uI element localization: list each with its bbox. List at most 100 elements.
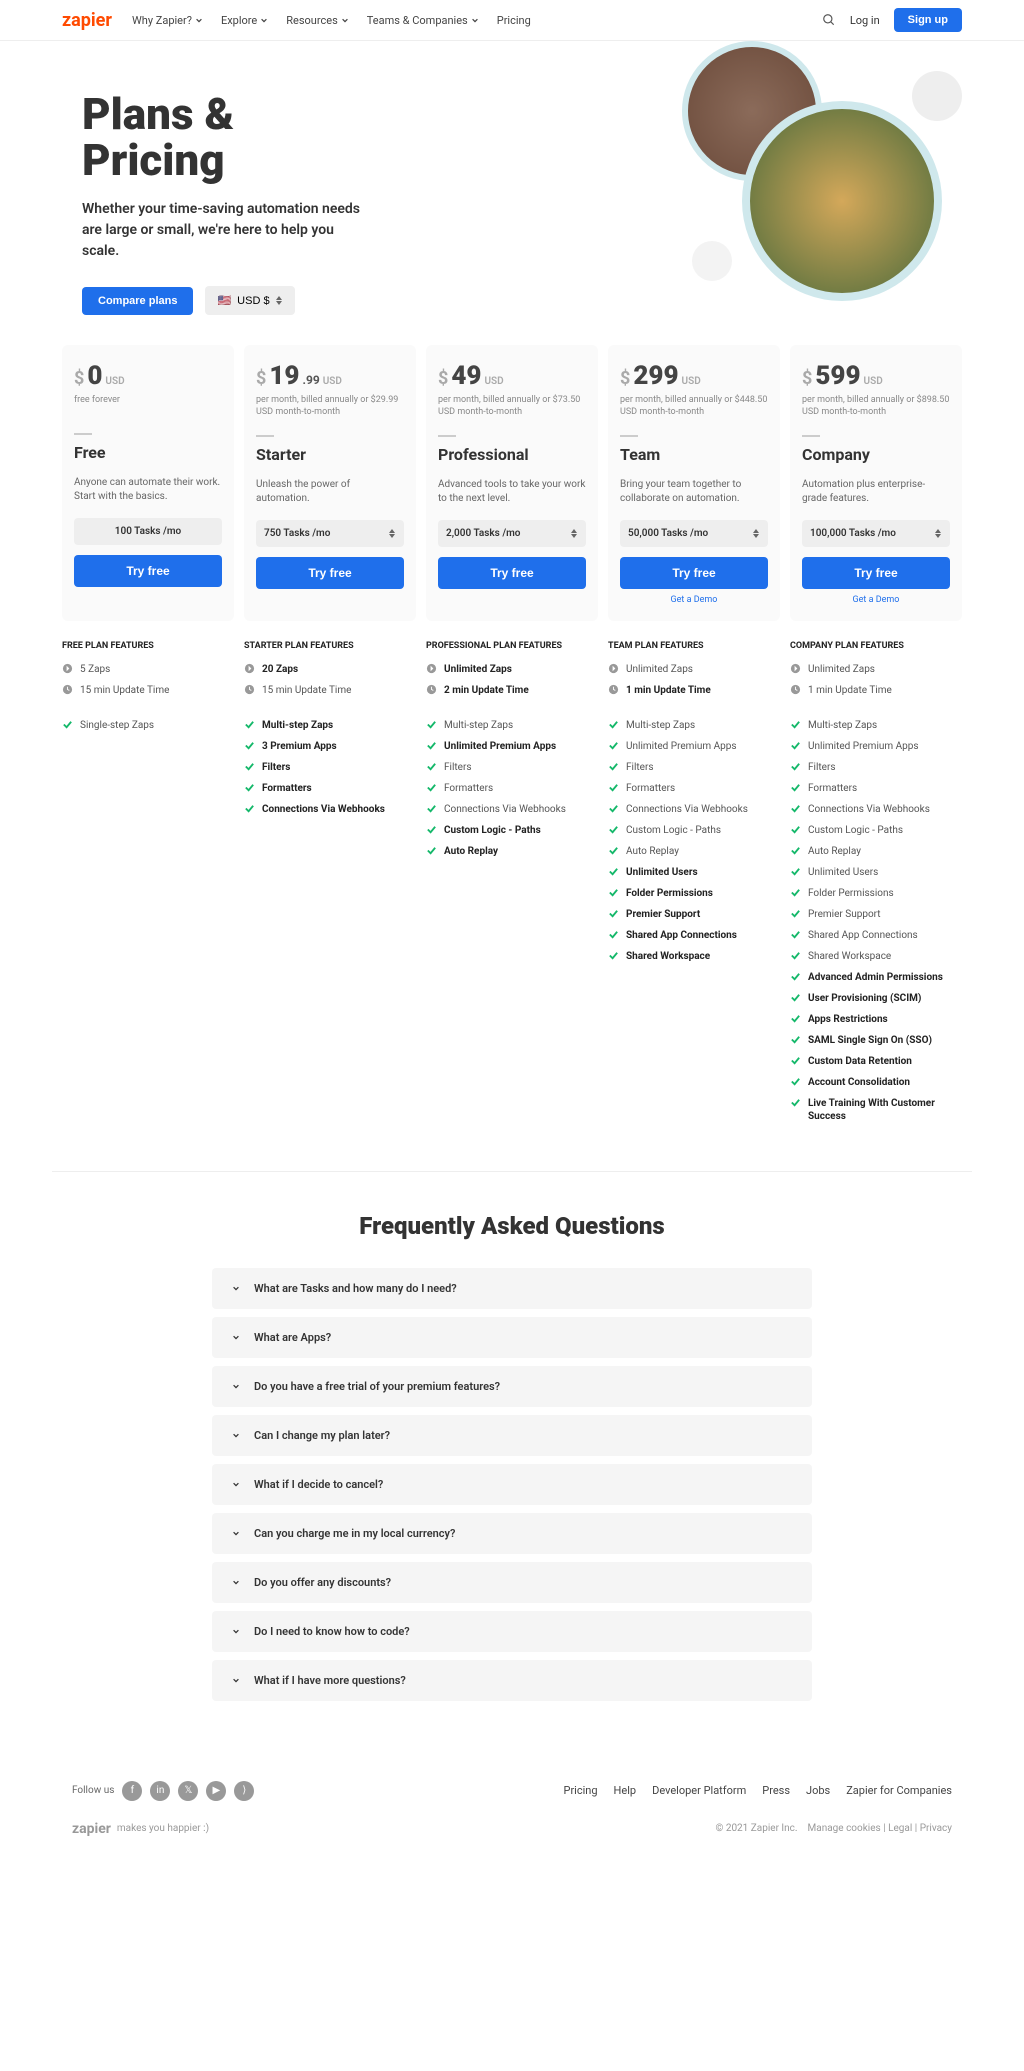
top-nav: zapier Why Zapier? Explore Resources Tea… [0, 0, 1024, 41]
plan-card-starter: $19.99USDper month, billed annually or $… [244, 345, 416, 620]
check-icon [426, 782, 437, 793]
tasks-select[interactable]: 50,000 Tasks /mo [620, 520, 768, 547]
currency-symbol: $ [438, 368, 448, 389]
rss-icon[interactable]: ⟩ [234, 1781, 254, 1801]
feature-row: Unlimited Premium Apps [790, 740, 962, 753]
tasks-select[interactable]: 100,000 Tasks /mo [802, 520, 950, 547]
check-icon [790, 866, 801, 877]
legal-link-1[interactable]: Legal [888, 1823, 912, 1834]
check-icon [790, 824, 801, 835]
logo[interactable]: zapier [62, 10, 112, 31]
feature-row: Connections Via Webhooks [790, 803, 962, 816]
feature-row: Unlimited Premium Apps [426, 740, 598, 753]
check-icon [790, 1034, 801, 1045]
faq-item-5[interactable]: Can you charge me in my local currency? [212, 1513, 812, 1554]
clock-icon [790, 684, 801, 695]
linkedin-icon[interactable]: in [150, 1781, 170, 1801]
price-amount: 19 [269, 361, 299, 391]
footer-logo[interactable]: zapier [72, 1821, 111, 1837]
check-icon [608, 950, 619, 961]
check-icon [608, 761, 619, 772]
faq-item-0[interactable]: What are Tasks and how many do I need? [212, 1268, 812, 1309]
login-link[interactable]: Log in [850, 14, 880, 27]
twitter-icon[interactable]: 𝕏 [178, 1781, 198, 1801]
follow-label: Follow us [72, 1785, 114, 1796]
zap-icon [62, 663, 73, 674]
nav-item-3[interactable]: Teams & Companies [367, 14, 479, 27]
footer-link-3[interactable]: Press [762, 1784, 790, 1797]
check-icon [790, 950, 801, 961]
check-icon [790, 782, 801, 793]
try-free-button[interactable]: Try free [74, 555, 222, 587]
nav-item-0[interactable]: Why Zapier? [132, 14, 203, 27]
feature-row: Advanced Admin Permissions [790, 971, 962, 984]
faq-item-8[interactable]: What if I have more questions? [212, 1660, 812, 1701]
faq-item-7[interactable]: Do I need to know how to code? [212, 1611, 812, 1652]
faq-item-3[interactable]: Can I change my plan later? [212, 1415, 812, 1456]
check-icon [608, 803, 619, 814]
footer-link-2[interactable]: Developer Platform [652, 1784, 746, 1797]
legal-link-2[interactable]: Privacy [920, 1823, 952, 1834]
footer-link-5[interactable]: Zapier for Companies [846, 1784, 952, 1797]
tasks-select[interactable]: 750 Tasks /mo [256, 520, 404, 547]
copyright: © 2021 Zapier Inc. [715, 1823, 797, 1834]
hero-image [562, 41, 962, 321]
get-demo-link[interactable]: Get a Demo [802, 595, 950, 605]
currency-symbol: $ [256, 368, 266, 389]
feature-row: Multi-step Zaps [244, 719, 416, 732]
try-free-button[interactable]: Try free [802, 557, 950, 589]
search-icon[interactable] [822, 13, 836, 27]
feature-row: Shared App Connections [608, 929, 780, 942]
zap-icon [244, 663, 255, 674]
feature-row: Apps Restrictions [790, 1013, 962, 1026]
feature-col-4: COMPANY PLAN FEATURESUnlimited Zaps1 min… [790, 641, 962, 1131]
check-icon [244, 740, 255, 751]
nav-item-1[interactable]: Explore [221, 14, 268, 27]
try-free-button[interactable]: Try free [620, 557, 768, 589]
chevron-down-icon [341, 16, 349, 24]
faq-item-1[interactable]: What are Apps? [212, 1317, 812, 1358]
faq-question: What are Apps? [254, 1331, 331, 1344]
currency-select[interactable]: 🇺🇸USD $ [205, 286, 294, 315]
feature-row: Formatters [244, 782, 416, 795]
facebook-icon[interactable]: f [122, 1781, 142, 1801]
faq-question: Can you charge me in my local currency? [254, 1527, 455, 1540]
nav-item-4[interactable]: Pricing [497, 14, 531, 27]
feature-row: Shared Workspace [608, 950, 780, 963]
feature-row: 2 min Update Time [426, 684, 598, 697]
feature-row: Filters [790, 761, 962, 774]
check-icon [790, 719, 801, 730]
feature-row: Unlimited Zaps [608, 663, 780, 676]
legal-link-0[interactable]: Manage cookies [808, 1823, 881, 1834]
check-icon [244, 761, 255, 772]
check-icon [62, 719, 73, 730]
check-icon [790, 929, 801, 940]
faq-item-2[interactable]: Do you have a free trial of your premium… [212, 1366, 812, 1407]
chevron-down-icon [260, 16, 268, 24]
feature-row: 15 min Update Time [244, 684, 416, 697]
faq-item-6[interactable]: Do you offer any discounts? [212, 1562, 812, 1603]
feature-row: Auto Replay [608, 845, 780, 858]
get-demo-link[interactable]: Get a Demo [620, 595, 768, 605]
feature-row: Connections Via Webhooks [426, 803, 598, 816]
faq-question: What are Tasks and how many do I need? [254, 1282, 457, 1295]
youtube-icon[interactable]: ▶ [206, 1781, 226, 1801]
feature-row: Formatters [426, 782, 598, 795]
tasks-select[interactable]: 2,000 Tasks /mo [438, 520, 586, 547]
check-icon [426, 824, 437, 835]
footer-link-0[interactable]: Pricing [564, 1784, 598, 1797]
check-icon [790, 971, 801, 982]
try-free-button[interactable]: Try free [438, 557, 586, 589]
faq-item-4[interactable]: What if I decide to cancel? [212, 1464, 812, 1505]
footer-link-4[interactable]: Jobs [806, 1784, 830, 1797]
compare-plans-button[interactable]: Compare plans [82, 287, 193, 315]
faq-question: What if I decide to cancel? [254, 1478, 383, 1491]
nav-item-2[interactable]: Resources [286, 14, 349, 27]
try-free-button[interactable]: Try free [256, 557, 404, 589]
footer-link-1[interactable]: Help [614, 1784, 637, 1797]
plan-name: Starter [256, 445, 404, 464]
feature-col-0: FREE PLAN FEATURES5 Zaps15 min Update Ti… [62, 641, 234, 1131]
signup-button[interactable]: Sign up [894, 8, 962, 32]
footer-tag: makes you happier :) [117, 1823, 209, 1834]
feature-row: Unlimited Premium Apps [608, 740, 780, 753]
